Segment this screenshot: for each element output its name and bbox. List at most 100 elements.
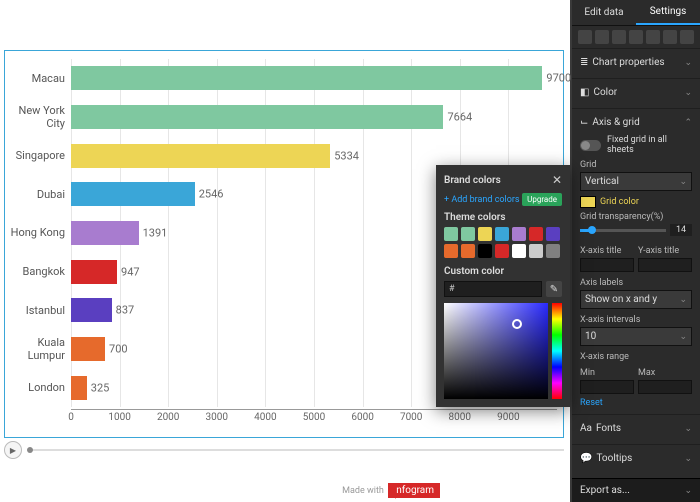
align-right-icon[interactable]: [612, 30, 626, 44]
hue-slider[interactable]: [552, 303, 562, 399]
sv-cursor[interactable]: [512, 319, 522, 329]
madewith-label: Made with: [342, 486, 384, 496]
grid-color-row[interactable]: Grid color: [580, 196, 692, 208]
x-intervals-label: X-axis intervals: [580, 315, 692, 325]
bar-value-label: 7664: [447, 110, 472, 123]
y-axis-title-input[interactable]: [638, 258, 692, 272]
color-swatch[interactable]: [546, 227, 560, 241]
align-top-icon[interactable]: [629, 30, 643, 44]
x-tick-label: 0: [68, 412, 74, 423]
color-swatch[interactable]: [461, 244, 475, 258]
color-swatch[interactable]: [478, 244, 492, 258]
slider-thumb[interactable]: [588, 226, 596, 234]
bar-row: 7664: [71, 98, 557, 137]
grid-color-swatch[interactable]: [580, 196, 596, 208]
chevron-down-icon: ⌄: [679, 177, 687, 187]
timeline-track[interactable]: [30, 449, 564, 451]
bar[interactable]: 7664: [71, 105, 443, 129]
color-swatch[interactable]: [529, 227, 543, 241]
custom-color-title: Custom color: [444, 266, 562, 277]
timeline-thumb[interactable]: [27, 447, 33, 453]
upgrade-button[interactable]: Upgrade: [522, 193, 562, 206]
bar-value-label: 947: [121, 265, 140, 278]
grid-transparency-label: Grid transparency(%): [580, 212, 692, 222]
color-swatch[interactable]: [546, 244, 560, 258]
chevron-down-icon: ⌄: [679, 332, 687, 342]
fixed-grid-toggle[interactable]: [580, 140, 601, 151]
section-chart-properties-header[interactable]: ≣Chart properties ⌄: [580, 53, 692, 72]
bar[interactable]: 325: [71, 376, 87, 400]
section-fonts: AaFonts ⌄: [572, 414, 700, 444]
chart-icon: ≣: [580, 57, 588, 68]
eyedropper-icon[interactable]: ✎: [546, 281, 562, 297]
bar[interactable]: 5334: [71, 144, 330, 168]
chevron-up-icon: ⌃: [684, 118, 692, 128]
color-swatch[interactable]: [529, 244, 543, 258]
bar[interactable]: 947: [71, 260, 117, 284]
y-axis-label: Singapore: [5, 136, 65, 175]
color-swatch[interactable]: [444, 227, 458, 241]
export-label: Export as...: [580, 485, 630, 496]
x-tick-label: 4000: [254, 412, 276, 423]
x-min-input[interactable]: [580, 380, 634, 394]
x-tick-label: 8000: [449, 412, 471, 423]
x-range-label: X-axis range: [580, 352, 692, 362]
section-axis-grid-header[interactable]: ⌙Axis & grid ⌃: [580, 113, 692, 132]
section-tooltips-header[interactable]: 💬Tooltips ⌄: [580, 449, 692, 468]
fixed-grid-label: Fixed grid in all sheets: [607, 135, 692, 155]
color-swatch[interactable]: [478, 227, 492, 241]
tab-settings[interactable]: Settings: [636, 0, 700, 25]
color-swatch[interactable]: [495, 227, 509, 241]
fonts-icon: Aa: [580, 423, 592, 434]
align-center-icon[interactable]: [595, 30, 609, 44]
add-brand-colors-link[interactable]: + Add brand colors: [444, 195, 520, 205]
x-intervals-select[interactable]: 10 ⌄: [580, 327, 692, 346]
x-max-input[interactable]: [638, 380, 692, 394]
saturation-value-picker[interactable]: [444, 303, 548, 399]
x-axis-title-input[interactable]: [580, 258, 634, 272]
align-bottom-icon[interactable]: [663, 30, 677, 44]
x-tick-label: 5000: [303, 412, 325, 423]
bar[interactable]: 837: [71, 298, 112, 322]
close-icon[interactable]: ✕: [552, 173, 562, 187]
max-label: Max: [638, 368, 692, 378]
bar[interactable]: 1391: [71, 221, 139, 245]
reset-link[interactable]: Reset: [580, 398, 603, 408]
y-axis-label: Macau: [5, 59, 65, 98]
chevron-down-icon: ⌄: [684, 486, 692, 496]
bar[interactable]: 700: [71, 337, 105, 361]
grid-transparency-slider[interactable]: 14: [580, 224, 692, 236]
align-left-icon[interactable]: [578, 30, 592, 44]
export-button[interactable]: Export as... ⌄: [572, 478, 700, 502]
section-axis-grid: ⌙Axis & grid ⌃ Fixed grid in all sheets …: [572, 108, 700, 414]
color-swatch[interactable]: [495, 244, 509, 258]
section-color-header[interactable]: ◧Color ⌄: [580, 83, 692, 102]
color-swatch[interactable]: [444, 244, 458, 258]
x-axis: 0100020003000400050006000700080009000: [71, 409, 557, 431]
color-swatch[interactable]: [512, 227, 526, 241]
min-label: Min: [580, 368, 634, 378]
y-axis-label: London: [5, 368, 65, 407]
bar[interactable]: 9700: [71, 66, 542, 90]
chevron-down-icon: ⌄: [684, 424, 692, 434]
section-fonts-header[interactable]: AaFonts ⌄: [580, 419, 692, 438]
tab-edit-data[interactable]: Edit data: [572, 0, 636, 25]
distribute-icon[interactable]: [680, 30, 694, 44]
section-chart-properties: ≣Chart properties ⌄: [572, 48, 700, 78]
tooltip-icon: 💬: [580, 453, 592, 464]
color-swatch[interactable]: [461, 227, 475, 241]
grid-mode-select[interactable]: Vertical ⌄: [580, 172, 692, 191]
theme-colors-title: Theme colors: [444, 212, 562, 223]
infogram-badge[interactable]: infogram: [388, 483, 440, 498]
axis-labels-select[interactable]: Show on x and y ⌄: [580, 290, 692, 309]
bar-value-label: 9700: [546, 72, 571, 85]
hex-input[interactable]: #: [444, 281, 542, 297]
color-swatch[interactable]: [512, 244, 526, 258]
bar[interactable]: 2546: [71, 182, 195, 206]
grid-transparency-value[interactable]: 14: [670, 224, 692, 236]
y-axis-label: Kuala Lumpur: [5, 330, 65, 369]
play-button[interactable]: ▶: [4, 441, 22, 459]
bar-value-label: 700: [109, 342, 128, 355]
section-chart-properties-label: Chart properties: [592, 57, 664, 68]
align-middle-icon[interactable]: [646, 30, 660, 44]
